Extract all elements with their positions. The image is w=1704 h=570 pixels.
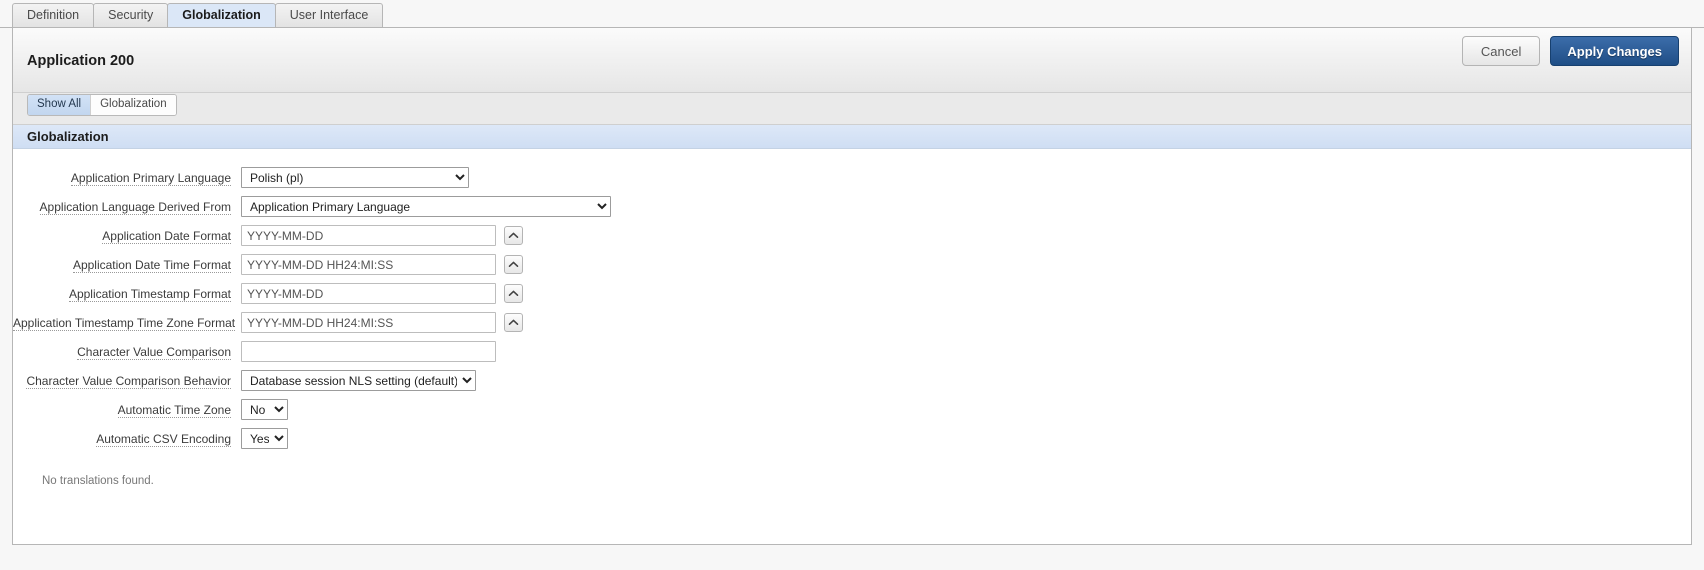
form-row-application-primary-language: Application Primary Language Polish (pl)	[13, 163, 1691, 192]
field-control-application-timestamp-time-zone-format	[241, 312, 523, 333]
section-header-globalization: Globalization	[13, 125, 1691, 149]
field-control-automatic-csv-encoding: Yes	[241, 428, 288, 449]
form-row-character-value-comparison: Character Value Comparison	[13, 337, 1691, 366]
panel-header: Application 200 Cancel Apply Changes	[13, 28, 1691, 93]
input-application-timestamp-format[interactable]	[241, 283, 496, 304]
chevron-up-icon	[508, 319, 519, 325]
field-label-automatic-csv-encoding: Automatic CSV Encoding	[13, 431, 241, 447]
page-title: Application 200	[27, 53, 135, 69]
select-character-value-comparison-behavior[interactable]: Database session NLS setting (default)	[241, 370, 476, 391]
form-row-application-date-format: Application Date Format	[13, 221, 1691, 250]
form-row-application-language-derived-from: Application Language Derived From Applica…	[13, 192, 1691, 221]
form-row-application-timestamp-format: Application Timestamp Format	[13, 279, 1691, 308]
select-application-primary-language[interactable]: Polish (pl)	[241, 167, 469, 188]
select-automatic-csv-encoding[interactable]: Yes	[241, 428, 288, 449]
field-help-link-automatic-time-zone[interactable]: Automatic Time Zone	[117, 402, 231, 418]
field-label-application-timestamp-format: Application Timestamp Format	[13, 286, 241, 302]
field-help-link-application-date-time-format[interactable]: Application Date Time Format	[72, 257, 231, 273]
tab-globalization[interactable]: Globalization	[167, 3, 276, 27]
form-row-automatic-csv-encoding: Automatic CSV Encoding Yes	[13, 424, 1691, 453]
popup-lov-button-application-timestamp-format[interactable]	[504, 284, 523, 303]
field-help-link-character-value-comparison-behavior[interactable]: Character Value Comparison Behavior	[26, 373, 231, 389]
header-button-group: Cancel Apply Changes	[1461, 36, 1679, 66]
field-control-application-date-time-format	[241, 254, 523, 275]
select-automatic-time-zone[interactable]: No	[241, 399, 288, 420]
field-help-link-application-primary-language[interactable]: Application Primary Language	[70, 170, 231, 186]
select-application-language-derived-from[interactable]: Application Primary Language	[241, 196, 611, 217]
field-help-link-automatic-csv-encoding[interactable]: Automatic CSV Encoding	[96, 431, 231, 447]
field-label-application-date-time-format: Application Date Time Format	[13, 257, 241, 273]
tab-definition[interactable]: Definition	[12, 3, 95, 27]
globalization-form: Application Primary Language Polish (pl) A…	[13, 149, 1691, 453]
popup-lov-button-application-date-format[interactable]	[504, 226, 523, 245]
field-label-application-language-derived-from: Application Language Derived From	[13, 199, 241, 215]
apply-changes-button[interactable]: Apply Changes	[1550, 36, 1679, 66]
primary-tab-bar: Definition Security Globalization User Inte…	[0, 0, 1704, 28]
input-application-date-time-format[interactable]	[241, 254, 496, 275]
field-control-automatic-time-zone: No	[241, 399, 288, 420]
content-panel: Application 200 Cancel Apply Changes Sho…	[12, 28, 1692, 545]
field-help-link-character-value-comparison[interactable]: Character Value Comparison	[77, 344, 231, 360]
field-label-character-value-comparison-behavior: Character Value Comparison Behavior	[13, 373, 241, 389]
form-row-character-value-comparison-behavior: Character Value Comparison Behavior Datab…	[13, 366, 1691, 395]
input-application-date-format[interactable]	[241, 225, 496, 246]
cancel-button[interactable]: Cancel	[1461, 36, 1541, 66]
field-label-automatic-time-zone: Automatic Time Zone	[13, 402, 241, 418]
filter-pill-group: Show All Globalization	[27, 94, 177, 116]
field-label-application-primary-language: Application Primary Language	[13, 170, 241, 186]
field-help-link-application-timestamp-format[interactable]: Application Timestamp Format	[68, 286, 231, 302]
field-control-application-primary-language: Polish (pl)	[241, 167, 469, 188]
field-label-application-timestamp-time-zone-format: Application Timestamp Time Zone Format	[13, 315, 241, 331]
filter-pill-row: Show All Globalization	[13, 93, 1691, 125]
popup-lov-button-application-timestamp-time-zone-format[interactable]	[504, 313, 523, 332]
tab-user-interface[interactable]: User Interface	[274, 3, 384, 27]
field-control-application-language-derived-from: Application Primary Language	[241, 196, 611, 217]
popup-lov-button-application-date-time-format[interactable]	[504, 255, 523, 274]
field-control-character-value-comparison	[241, 341, 496, 362]
no-translations-message: No translations found.	[42, 475, 154, 487]
field-help-link-application-date-format[interactable]: Application Date Format	[102, 228, 231, 244]
chevron-up-icon	[508, 290, 519, 296]
field-label-application-date-format: Application Date Format	[13, 228, 241, 244]
field-label-character-value-comparison: Character Value Comparison	[13, 344, 241, 360]
field-control-character-value-comparison-behavior: Database session NLS setting (default)	[241, 370, 476, 391]
chevron-up-icon	[508, 261, 519, 267]
pill-globalization[interactable]: Globalization	[90, 95, 176, 115]
input-application-timestamp-time-zone-format[interactable]	[241, 312, 496, 333]
field-help-link-application-language-derived-from[interactable]: Application Language Derived From	[39, 199, 231, 215]
field-control-application-date-format	[241, 225, 523, 246]
form-row-application-date-time-format: Application Date Time Format	[13, 250, 1691, 279]
form-row-application-timestamp-time-zone-format: Application Timestamp Time Zone Format	[13, 308, 1691, 337]
form-row-automatic-time-zone: Automatic Time Zone No	[13, 395, 1691, 424]
tab-security[interactable]: Security	[93, 3, 169, 27]
field-help-link-application-timestamp-time-zone-format[interactable]: Application Timestamp Time Zone Format	[13, 315, 236, 331]
pill-show-all[interactable]: Show All	[28, 95, 91, 115]
chevron-up-icon	[508, 232, 519, 238]
field-control-application-timestamp-format	[241, 283, 523, 304]
input-character-value-comparison[interactable]	[241, 341, 496, 362]
